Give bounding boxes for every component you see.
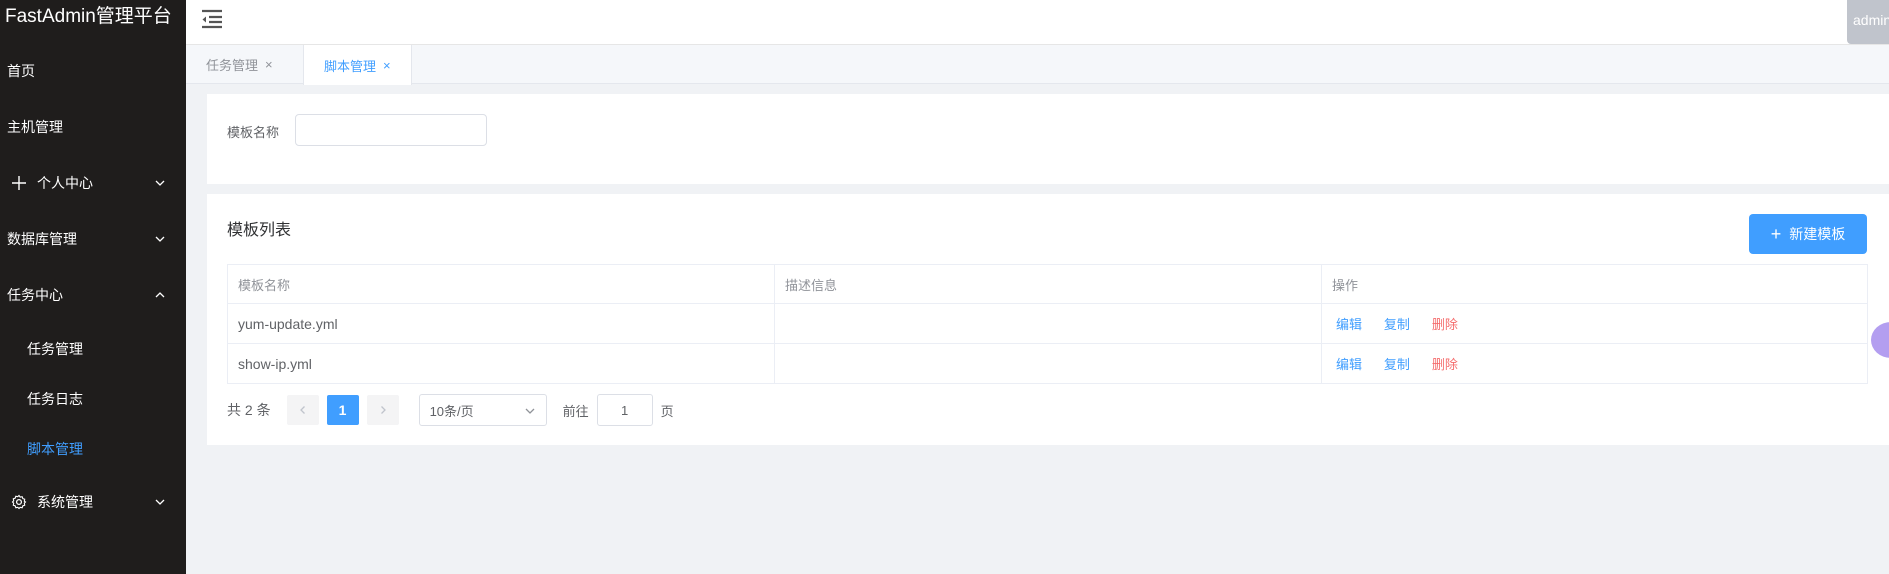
sidebar-subitem-script-manage[interactable]: 脚本管理 bbox=[0, 424, 186, 474]
column-header-name: 模板名称 bbox=[227, 264, 775, 304]
cell-actions: 编辑 复制 删除 bbox=[1321, 303, 1868, 344]
search-panel: 模板名称 bbox=[207, 94, 1889, 184]
column-header-desc: 描述信息 bbox=[774, 264, 1322, 304]
tab-label: 脚本管理 bbox=[324, 58, 377, 74]
list-title: 模板列表 bbox=[227, 222, 292, 239]
sidebar-subitem-task-manage[interactable]: 任务管理 bbox=[0, 324, 186, 374]
top-header: admin bbox=[186, 0, 1889, 45]
delete-button[interactable]: 删除 bbox=[1432, 317, 1458, 332]
table-row: show-ip.yml 编辑 复制 删除 bbox=[227, 343, 1868, 384]
cell-name: yum-update.yml bbox=[227, 303, 775, 344]
sidebar-subitem-task-log[interactable]: 任务日志 bbox=[0, 374, 186, 424]
sidebar-item-label: 脚本管理 bbox=[27, 441, 83, 457]
goto-label: 前往 bbox=[562, 403, 589, 419]
prev-page-button[interactable] bbox=[286, 395, 319, 425]
column-header-actions: 操作 bbox=[1321, 264, 1868, 304]
tab-bar: 任务管理 × 脚本管理 × bbox=[186, 45, 1889, 85]
sidebar-item-system[interactable]: 系统管理 bbox=[0, 474, 186, 530]
edit-button[interactable]: 编辑 bbox=[1336, 317, 1362, 332]
copy-button[interactable]: 复制 bbox=[1384, 357, 1410, 372]
tab-task-manage[interactable]: 任务管理 × bbox=[186, 45, 293, 84]
cell-desc bbox=[774, 343, 1322, 384]
chevron-down-icon bbox=[155, 180, 165, 186]
sidebar-item-profile[interactable]: 个人中心 bbox=[0, 155, 186, 211]
sidebar-item-label: 任务管理 bbox=[27, 341, 83, 357]
avatar[interactable]: admin bbox=[1847, 0, 1889, 44]
gear-icon bbox=[11, 494, 27, 510]
table-row: yum-update.yml 编辑 复制 删除 bbox=[227, 303, 1868, 344]
cell-name: show-ip.yml bbox=[227, 343, 775, 384]
menu-fold-icon[interactable] bbox=[200, 8, 224, 30]
template-name-input[interactable] bbox=[295, 114, 487, 146]
copy-button[interactable]: 复制 bbox=[1384, 317, 1410, 332]
sidebar-item-label: 系统管理 bbox=[37, 494, 93, 510]
cell-actions: 编辑 复制 删除 bbox=[1321, 343, 1868, 384]
sidebar-item-hosts[interactable]: 主机管理 bbox=[0, 99, 186, 155]
page-size-value: 10条/页 bbox=[429, 403, 474, 419]
template-list-panel: 模板列表 + 新建模板 模板名称 描述信息 操作 yum-update.yml … bbox=[207, 194, 1889, 445]
table-header-row: 模板名称 描述信息 操作 bbox=[227, 264, 1868, 304]
edit-button[interactable]: 编辑 bbox=[1336, 357, 1362, 372]
new-template-button[interactable]: + 新建模板 bbox=[1749, 214, 1867, 254]
sidebar-item-label: 首页 bbox=[7, 63, 35, 79]
chevron-down-icon bbox=[525, 408, 535, 414]
page-number-button[interactable]: 1 bbox=[326, 395, 359, 425]
sidebar: FastAdmin管理平台 首页 主机管理 个人中心 数据库管理 任务中心 任务… bbox=[0, 0, 186, 574]
template-name-label: 模板名称 bbox=[227, 125, 280, 140]
new-template-label: 新建模板 bbox=[1789, 226, 1846, 242]
next-page-button[interactable] bbox=[366, 395, 399, 425]
delete-button[interactable]: 删除 bbox=[1432, 357, 1458, 372]
sidebar-item-label: 个人中心 bbox=[37, 175, 93, 191]
sidebar-item-database[interactable]: 数据库管理 bbox=[0, 211, 186, 267]
chevron-up-icon bbox=[155, 292, 165, 298]
tab-label: 任务管理 bbox=[206, 58, 259, 73]
sidebar-item-task-center[interactable]: 任务中心 bbox=[0, 267, 186, 323]
sidebar-item-label: 主机管理 bbox=[7, 119, 63, 135]
goto-page-input[interactable] bbox=[596, 394, 653, 426]
sidebar-item-label: 任务中心 bbox=[7, 287, 63, 303]
sidebar-item-label: 任务日志 bbox=[27, 391, 83, 407]
page-size-select[interactable]: 10条/页 bbox=[418, 394, 547, 426]
pagination-total: 共 2 条 bbox=[227, 402, 271, 418]
chevron-down-icon bbox=[155, 499, 165, 505]
plus-icon bbox=[12, 176, 26, 190]
chevron-down-icon bbox=[155, 236, 165, 242]
goto-suffix: 页 bbox=[660, 403, 674, 419]
template-table: 模板名称 描述信息 操作 yum-update.yml 编辑 复制 删除 sho… bbox=[227, 264, 1868, 384]
cell-desc bbox=[774, 303, 1322, 344]
sidebar-item-label: 数据库管理 bbox=[7, 231, 77, 247]
close-icon[interactable]: × bbox=[265, 57, 273, 72]
plus-icon: + bbox=[1770, 224, 1782, 244]
tab-script-manage[interactable]: 脚本管理 × bbox=[303, 45, 412, 85]
close-icon[interactable]: × bbox=[383, 58, 391, 73]
pagination: 共 2 条 1 10条/页 前往 页 bbox=[227, 394, 674, 426]
sidebar-item-home[interactable]: 首页 bbox=[0, 43, 186, 99]
app-title: FastAdmin管理平台 bbox=[5, 6, 172, 27]
chevron-right-icon bbox=[380, 406, 386, 414]
chevron-left-icon bbox=[299, 406, 305, 414]
